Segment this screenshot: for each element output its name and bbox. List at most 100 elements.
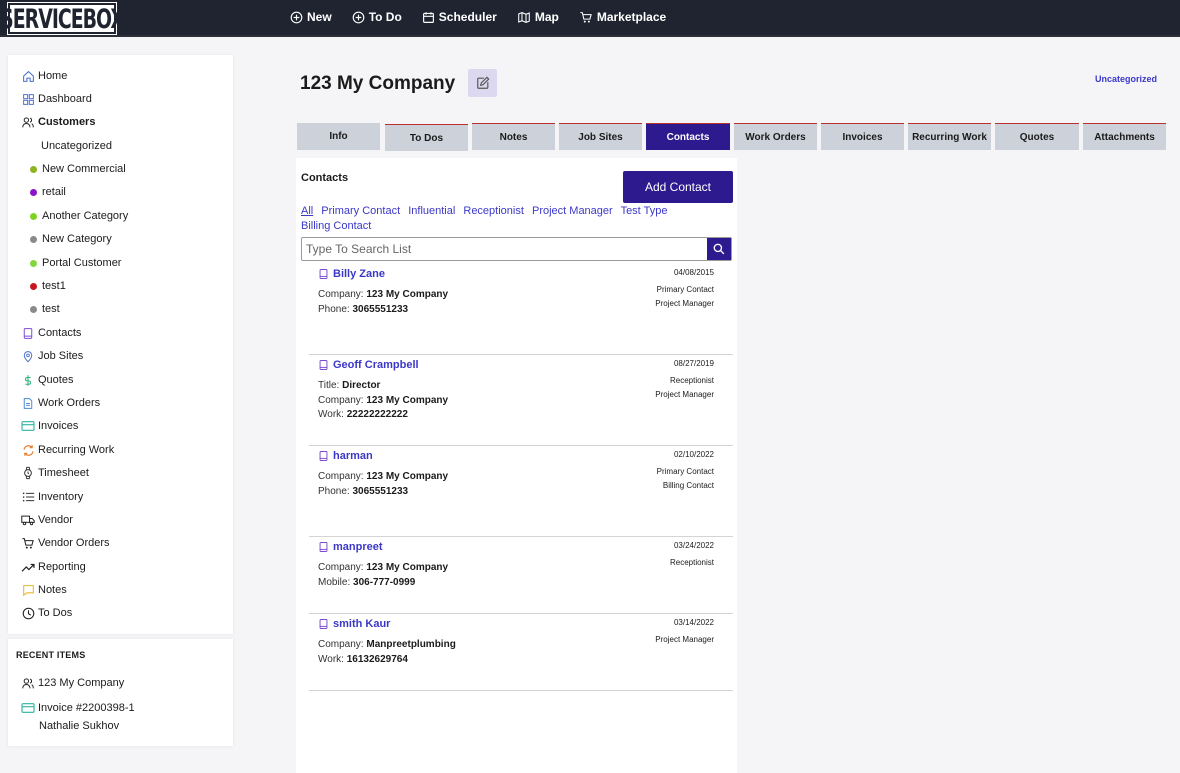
sidebar-item-recurring-work[interactable]: Recurring Work <box>21 442 114 458</box>
new-button[interactable]: New <box>290 10 332 24</box>
sidebar-item-notes[interactable]: Notes <box>21 582 67 598</box>
contact-field: Company: Manpreetplumbing <box>318 639 456 650</box>
contact-field: Company: 123 My Company <box>318 471 449 482</box>
sidebar-item-work-orders[interactable]: Work Orders <box>21 395 100 411</box>
add-contact-button[interactable]: Add Contact <box>623 171 733 203</box>
map-icon <box>518 11 530 23</box>
truck-icon <box>21 513 35 527</box>
category-test[interactable]: test <box>30 301 60 317</box>
search-button[interactable] <box>707 238 731 260</box>
tab-info[interactable]: Info <box>297 123 380 150</box>
customer-category-link[interactable]: Uncategorized <box>1095 74 1157 84</box>
category-test1[interactable]: test1 <box>30 278 66 294</box>
sidebar-item-inventory[interactable]: Inventory <box>21 489 83 505</box>
cart-icon <box>21 536 35 550</box>
sidebar-item-to-dos[interactable]: To Dos <box>21 605 72 621</box>
sidebar-item-contacts[interactable]: Contacts <box>21 325 81 341</box>
dollar-icon <box>21 373 35 387</box>
tab-invoices[interactable]: Invoices <box>821 123 904 150</box>
contact-book-icon <box>319 269 328 279</box>
filter-billing-contact[interactable]: Billing Contact <box>301 220 371 232</box>
contact-date: 03/14/2022 <box>673 618 714 627</box>
contact-role: Project Manager <box>655 299 714 308</box>
tab-work-orders[interactable]: Work Orders <box>734 123 817 150</box>
contact-date: 04/08/2015 <box>673 268 714 277</box>
sidebar-item-vendor[interactable]: Vendor <box>21 512 73 528</box>
tab-recurring-work[interactable]: Recurring Work <box>908 123 991 150</box>
document-icon <box>21 396 35 410</box>
filter-influential[interactable]: Influential <box>408 205 455 217</box>
recent-item-invoice-customer[interactable]: Nathalie Sukhov <box>39 718 119 734</box>
sidebar-item-customers[interactable]: Customers <box>21 114 95 130</box>
category-retail[interactable]: retail <box>30 184 66 200</box>
contact-field: Title: Director <box>318 380 381 391</box>
contact-name-link[interactable]: smith Kaur <box>318 618 390 630</box>
contact-type-filters: All Primary Contact Influential Receptio… <box>301 204 701 234</box>
contact-book-icon <box>319 451 328 461</box>
contact-role: Receptionist <box>669 376 714 385</box>
tab-contacts[interactable]: Contacts <box>646 123 730 150</box>
scheduler-button[interactable]: Scheduler <box>422 10 497 24</box>
top-nav-menu: New To Do Scheduler Map Marketplace <box>290 0 686 34</box>
contacts-panel-title: Contacts <box>301 172 349 184</box>
contact-card: Billy Zane 04/08/2015 Primary Contact Pr… <box>309 268 733 355</box>
sidebar-item-vendor-orders[interactable]: Vendor Orders <box>21 535 110 551</box>
sidebar-item-timesheet[interactable]: Timesheet <box>21 465 89 481</box>
tab-attachments[interactable]: Attachments <box>1083 123 1166 150</box>
sidebar-item-quotes[interactable]: Quotes <box>21 372 73 388</box>
page-title: 123 My Company <box>300 73 456 94</box>
tab-quotes[interactable]: Quotes <box>995 123 1079 150</box>
search-input[interactable] <box>302 238 710 260</box>
category-uncategorized[interactable]: Uncategorized <box>41 138 112 154</box>
list-icon <box>21 490 35 504</box>
contact-search-box <box>301 237 732 261</box>
recent-items-panel: RECENT ITEMS 123 My Company Invoice #220… <box>8 639 233 746</box>
contact-name-link[interactable]: Billy Zane <box>318 268 385 280</box>
contact-field: Phone: 3065551233 <box>318 304 409 315</box>
contact-name-link[interactable]: manpreet <box>318 541 383 553</box>
cart-icon <box>580 11 592 23</box>
recent-item-company[interactable]: 123 My Company <box>21 675 124 691</box>
filter-test-type[interactable]: Test Type <box>621 205 668 217</box>
filter-receptionist[interactable]: Receptionist <box>463 205 524 217</box>
watch-icon <box>21 466 35 480</box>
sidebar-item-job-sites[interactable]: Job Sites <box>21 348 83 364</box>
category-another-category[interactable]: Another Category <box>30 208 128 224</box>
tab-job-sites[interactable]: Job Sites <box>559 123 642 150</box>
tab-notes[interactable]: Notes <box>472 123 555 150</box>
contact-role: Project Manager <box>655 390 714 399</box>
sidebar-item-home[interactable]: Home <box>21 68 67 84</box>
clock-icon <box>21 606 35 620</box>
sidebar-item-invoices[interactable]: Invoices <box>21 418 78 434</box>
category-new-category[interactable]: New Category <box>30 231 112 247</box>
contacts-panel: Contacts Add Contact All Primary Contact… <box>296 158 737 773</box>
todo-button[interactable]: To Do <box>352 10 402 24</box>
contact-field: Company: 123 My Company <box>318 562 449 573</box>
filter-project-manager[interactable]: Project Manager <box>532 205 613 217</box>
filter-all[interactable]: All <box>301 205 313 217</box>
edit-company-button[interactable] <box>468 69 497 97</box>
category-new-commercial[interactable]: New Commercial <box>30 161 126 177</box>
filter-primary-contact[interactable]: Primary Contact <box>321 205 400 217</box>
category-dot <box>30 212 37 220</box>
contact-field: Work: 22222222222 <box>318 409 408 420</box>
contact-card: Geoff Crampbell 08/27/2019 Receptionist … <box>309 359 733 446</box>
contact-card: smith Kaur 03/14/2022 Project Manager Co… <box>309 618 733 691</box>
map-button[interactable]: Map <box>517 10 559 24</box>
servicebox-logo[interactable]: SERVICEBOX <box>0 2 125 35</box>
sidebar-item-reporting[interactable]: Reporting <box>21 559 86 575</box>
recent-items-title: RECENT ITEMS <box>16 650 86 660</box>
sidebar-item-dashboard[interactable]: Dashboard <box>21 91 92 107</box>
tab-to-dos[interactable]: To Dos <box>385 124 468 151</box>
contact-name-link[interactable]: Geoff Crampbell <box>318 359 419 371</box>
contact-field: Work: 16132629764 <box>318 654 408 665</box>
contact-field: Company: 123 My Company <box>318 289 449 300</box>
marketplace-button[interactable]: Marketplace <box>579 10 666 24</box>
recent-item-invoice[interactable]: Invoice #2200398-1 <box>21 700 135 716</box>
contact-name-link[interactable]: harman <box>318 450 373 462</box>
category-portal-customer[interactable]: Portal Customer <box>30 255 121 271</box>
contact-field: Mobile: 306-777-0999 <box>318 577 416 588</box>
contact-role: Receptionist <box>669 558 714 567</box>
category-dot <box>30 235 37 243</box>
users-icon <box>21 115 35 129</box>
